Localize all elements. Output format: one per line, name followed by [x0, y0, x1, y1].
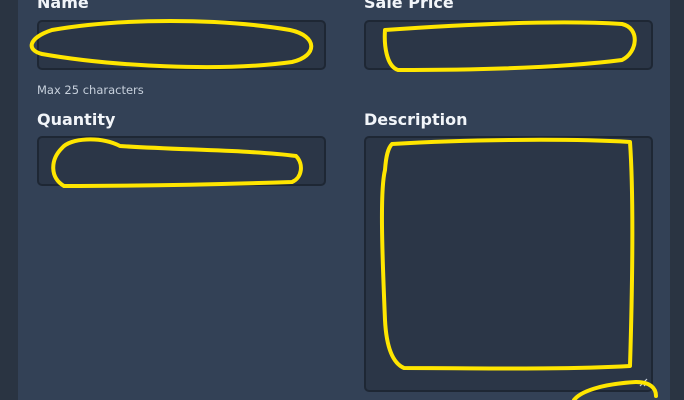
name-input[interactable]: [39, 22, 324, 68]
name-field-container: [37, 20, 326, 70]
product-form-panel: Name Max 25 characters Sale Price Quanti…: [18, 0, 670, 400]
sale-price-field-container: [364, 20, 653, 70]
sale-price-label: Sale Price: [364, 0, 454, 12]
name-label: Name: [37, 0, 89, 12]
description-label: Description: [364, 110, 468, 129]
quantity-field-container: [37, 136, 326, 186]
description-field-container: [364, 136, 653, 392]
page-background-right: [670, 0, 684, 400]
sale-price-input[interactable]: [366, 22, 651, 68]
quantity-label: Quantity: [37, 110, 116, 129]
resize-grip-icon[interactable]: [639, 378, 648, 387]
description-textarea[interactable]: [366, 138, 651, 390]
page-background-left: [0, 0, 18, 400]
name-hint: Max 25 characters: [37, 83, 144, 97]
quantity-input[interactable]: [39, 138, 324, 184]
